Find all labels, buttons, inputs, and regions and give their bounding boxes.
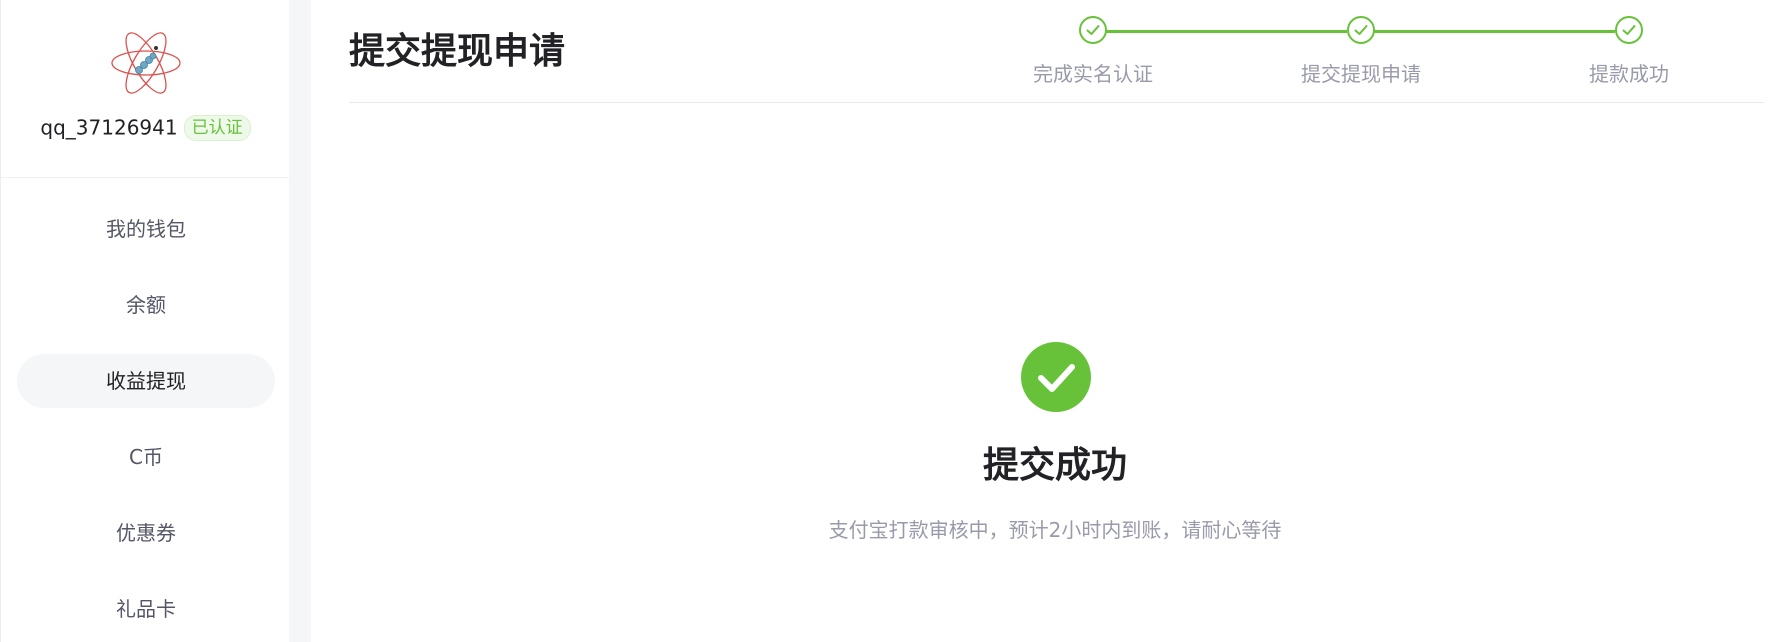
step-3-check-icon <box>1615 16 1643 44</box>
username[interactable]: qq_37126941 <box>40 116 177 140</box>
step-1-label: 完成实名认证 <box>1033 62 1153 86</box>
step-2-check-icon <box>1347 16 1375 44</box>
check-circle-icon <box>1021 342 1091 412</box>
step-connector-2 <box>1361 30 1615 33</box>
success-description: 支付宝打款审核中，预计2小时内到账，请耐心等待 <box>828 518 1282 542</box>
step-3-label: 提款成功 <box>1589 62 1669 86</box>
success-title: 提交成功 <box>982 445 1127 486</box>
sidebar-item-withdraw[interactable]: 收益提现 <box>17 354 275 408</box>
sidebar-item-balance[interactable]: 余额 <box>17 278 275 332</box>
sidebar-item-coupons[interactable]: 优惠券 <box>17 506 275 560</box>
user-info: qq_37126941 已认证 <box>1 114 290 141</box>
step-1-check-icon <box>1079 16 1107 44</box>
sidebar-item-wallet[interactable]: 我的钱包 <box>17 202 275 256</box>
sidebar: qq_37126941 已认证 我的钱包 余额 收益提现 C币 优惠券 礼品卡 <box>0 0 290 642</box>
sidebar-item-gift-card[interactable]: 礼品卡 <box>17 582 275 636</box>
verified-badge: 已认证 <box>183 114 251 141</box>
progress-steps: 完成实名认证 提交提现申请 提款成功 <box>1000 0 1740 100</box>
header-divider <box>349 102 1764 103</box>
atom-logo-icon <box>111 32 181 94</box>
page-title: 提交提现申请 <box>349 31 566 72</box>
layout-gap <box>289 0 311 642</box>
step-connector-1 <box>1093 30 1347 33</box>
avatar[interactable] <box>109 26 183 100</box>
sidebar-divider <box>1 177 290 178</box>
sidebar-item-c-coin[interactable]: C币 <box>17 430 275 484</box>
step-2-label: 提交提现申请 <box>1301 62 1421 86</box>
